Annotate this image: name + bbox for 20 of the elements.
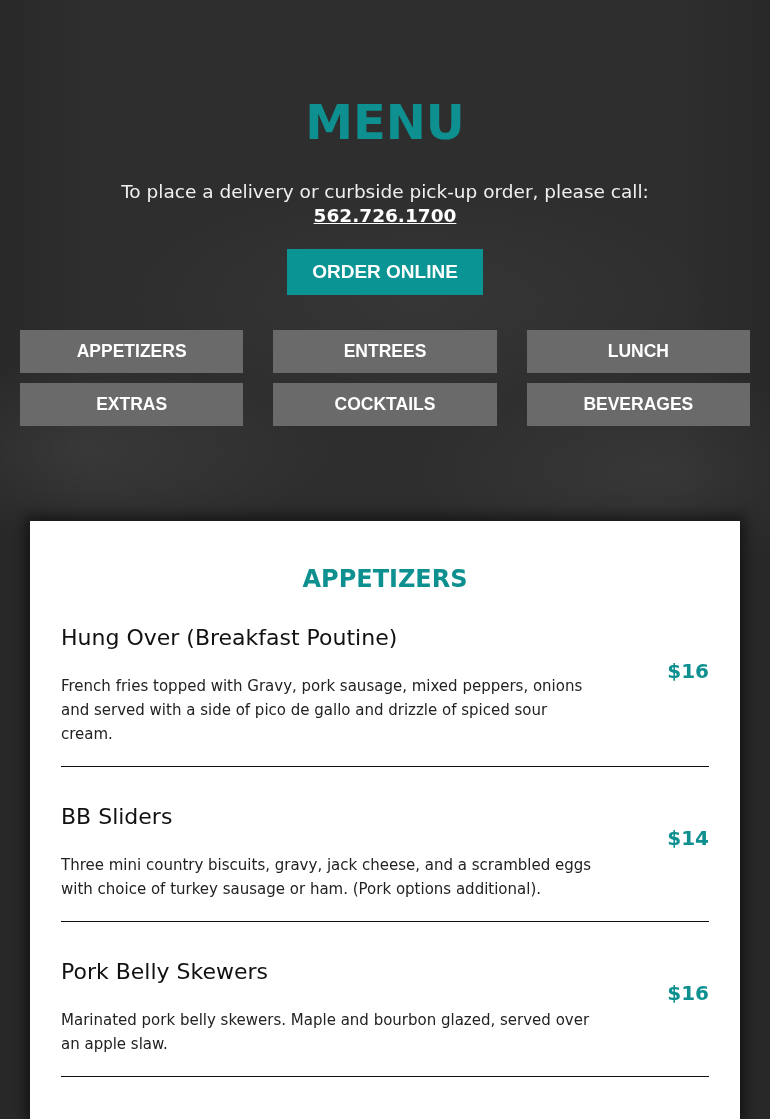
item-description: French fries topped with Gravy, pork sausage, mixed peppers, onions and served with a side of pico de gallo and drizzle of spiced sour cream.	[61, 676, 584, 745]
category-button[interactable]: LUNCH	[526, 330, 750, 373]
call-instructions: To place a delivery or curbside pick-up order, please call:	[121, 180, 649, 204]
category-button[interactable]: COCKTAILS	[273, 383, 497, 426]
category-button[interactable]: BEVERAGES	[526, 383, 750, 426]
item-description: Three mini country biscuits, gravy, jack cheese, and a scrambled eggs with choice of turkey sausage or ham. (Pork options additional).	[61, 855, 593, 900]
section-title: APPETIZERS	[302, 564, 468, 595]
item-name: Hung Over (Breakfast Poutine)	[61, 624, 398, 652]
category-button[interactable]: EXTRAS	[20, 383, 244, 426]
item-name: BB Sliders	[61, 803, 173, 831]
menu-title: MENU	[305, 93, 465, 152]
item-description: Marinated pork belly skewers. Maple and bourbon glazed, served over an apple slaw.	[61, 1010, 591, 1055]
category-button[interactable]: APPETIZERS	[20, 330, 244, 373]
item-name: Pork Belly Skewers	[61, 958, 269, 986]
item-price: $14	[667, 825, 709, 852]
item-price: $16	[667, 658, 709, 685]
phone-link[interactable]: 562.726.1700	[313, 204, 457, 228]
order-online-button[interactable]: ORDER ONLINE	[287, 249, 483, 295]
item-price: $16	[667, 980, 709, 1007]
category-button[interactable]: ENTREES	[273, 330, 497, 373]
